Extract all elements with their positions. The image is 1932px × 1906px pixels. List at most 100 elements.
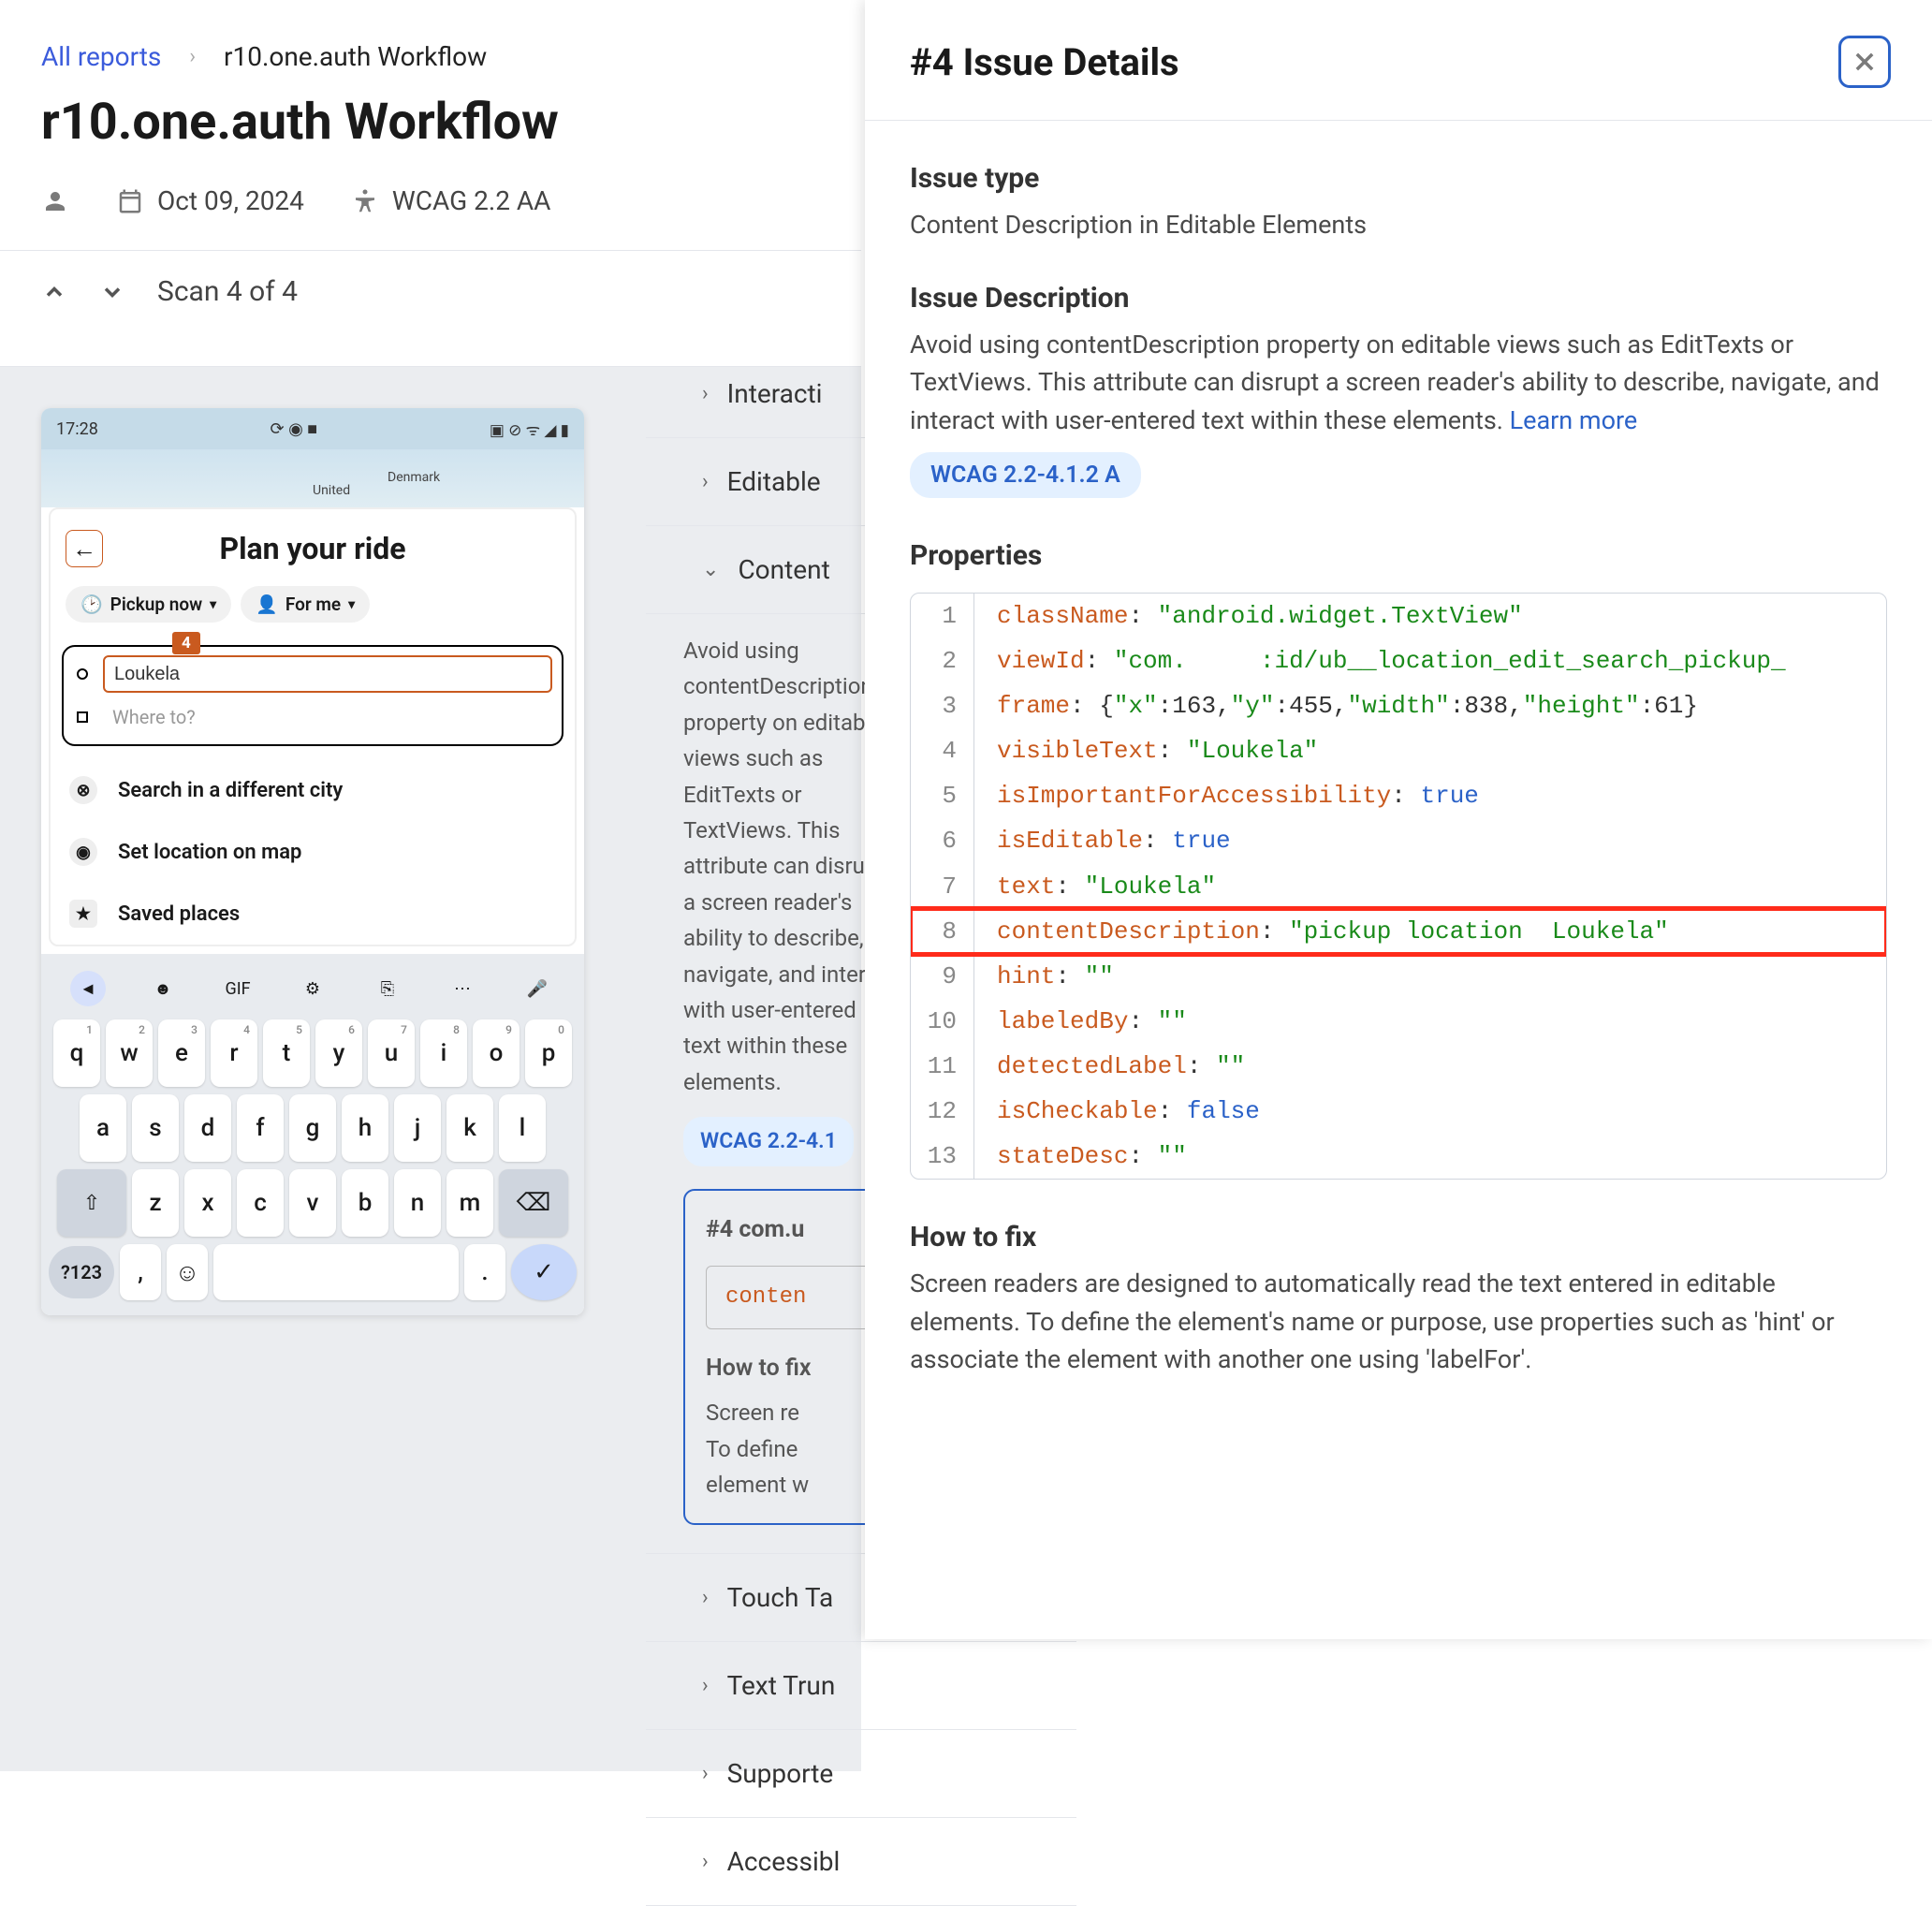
close-icon [1852,49,1878,75]
option-label: Saved places [118,902,240,926]
destination-square-icon [77,711,88,723]
chip-row: 🕑Pickup now▾ 👤 For me ▾ [51,577,575,639]
key[interactable]: g [289,1094,336,1162]
status-time: 17:28 [56,419,98,439]
date-value: Oct 09, 2024 [157,185,304,216]
map-label: Denmark [388,470,440,485]
key-backspace[interactable]: ⌫ [499,1169,568,1237]
key-space[interactable] [213,1244,459,1300]
chevron-down-icon: ▾ [210,597,216,612]
chevron-down-icon: ▾ [348,597,355,612]
standard-value: WCAG 2.2 AA [392,185,551,216]
code-line: 9hint: "" [911,954,1886,999]
key[interactable]: s [132,1094,179,1162]
category-label: Text Trun [727,1670,836,1701]
option-label: Set location on map [118,841,301,864]
chevron-right-icon: › [702,470,709,493]
person-icon [41,187,69,215]
key[interactable]: x [184,1169,231,1237]
key[interactable]: q1 [53,1019,100,1087]
kb-tool-icon[interactable]: ◄ [70,971,106,1006]
kb-tool-icon[interactable]: ⎘ [370,971,405,1006]
issue-desc-text: Avoid using contentDescription property … [910,326,1887,440]
key[interactable]: w2 [106,1019,153,1087]
key-123[interactable]: ?123 [49,1246,114,1298]
close-button[interactable] [1838,36,1891,88]
key-period[interactable]: . [464,1244,505,1300]
key[interactable]: a [80,1094,126,1162]
breadcrumb-root[interactable]: All reports [41,41,161,72]
key-comma[interactable]: , [120,1244,161,1300]
chevron-right-icon: › [702,1674,709,1697]
code-line: 5isImportantForAccessibility: true [911,773,1886,818]
key[interactable]: v [289,1169,336,1237]
chevron-up-icon[interactable] [41,279,67,305]
meta-row: Oct 09, 2024 WCAG 2.2 AA [0,152,861,216]
kb-tool-icon[interactable]: 🎤 [520,971,555,1006]
kb-tool-icon[interactable]: ⋯ [445,971,480,1006]
key-enter[interactable]: ✓ [511,1244,577,1300]
chevron-down-icon[interactable] [99,279,125,305]
key[interactable]: h [342,1094,388,1162]
key[interactable]: z [132,1169,179,1237]
key[interactable]: c [237,1169,284,1237]
code-line: 6isEditable: true [911,818,1886,863]
key[interactable]: i8 [420,1019,467,1087]
key[interactable]: t5 [263,1019,310,1087]
option-row[interactable]: ★Saved places [51,883,575,945]
destination-placeholder[interactable]: Where to? [103,706,552,728]
key[interactable]: f [237,1094,284,1162]
issue-detail-panel: #4 Issue Details Issue type Content Desc… [865,0,1932,1639]
key[interactable]: d [184,1094,231,1162]
chip[interactable]: 🕑Pickup now▾ [66,586,231,623]
map-strip: United Denmark [41,449,584,507]
key[interactable]: e3 [158,1019,205,1087]
code-line: 11detectedLabel: "" [911,1044,1886,1089]
chevron-right-icon: › [702,1586,709,1609]
key[interactable]: p0 [525,1019,572,1087]
category-label: Accessibl [727,1846,841,1877]
key-shift[interactable]: ⇧ [57,1169,126,1237]
key[interactable]: u7 [368,1019,415,1087]
code-line: 12isCheckable: false [911,1089,1886,1134]
kb-tool-icon[interactable]: ⚙ [295,971,330,1006]
key[interactable]: l [499,1094,546,1162]
key[interactable]: o9 [473,1019,520,1087]
key[interactable]: n [394,1169,441,1237]
back-button[interactable]: ← [66,530,103,567]
date-group: Oct 09, 2024 [116,185,304,216]
chip-label: For me [285,594,341,615]
issue-type-heading: Issue type [910,162,1887,195]
chevron-down-icon: ⌄ [702,558,719,581]
key[interactable]: b [342,1169,388,1237]
category-row[interactable]: ›Accessibl [646,1818,1076,1906]
category-row[interactable]: ›Supporte [646,1730,1076,1818]
kb-tool-icon[interactable]: GIF [220,971,256,1006]
key-emoji[interactable]: ☺ [167,1244,208,1300]
breadcrumb: All reports › r10.one.auth Workflow [0,0,861,72]
key[interactable]: y6 [315,1019,362,1087]
option-row[interactable]: ◉Set location on map [51,821,575,883]
page-title: r10.one.auth Workflow [0,72,861,152]
key[interactable]: j [394,1094,441,1162]
chip-icon: 👤 [256,594,278,615]
pickup-input[interactable] [103,655,552,693]
chip[interactable]: 👤 For me ▾ [241,586,370,623]
category-label: Interacti [727,378,823,409]
issue-badge[interactable]: 4 [172,632,200,654]
status-left-icons: ⟳ ◉ ■ [271,419,318,439]
category-label: Content [738,554,829,585]
key[interactable]: m [446,1169,493,1237]
option-row[interactable]: ⊗Search in a different city [51,759,575,821]
learn-more-link[interactable]: Learn more [1510,405,1638,435]
key[interactable]: k [446,1094,493,1162]
code-line: 1className: "android.widget.TextView" [911,594,1886,638]
properties-heading: Properties [910,539,1887,572]
category-row[interactable]: › Text Trun [646,1642,1076,1730]
kb-tool-icon[interactable]: ☻ [145,971,181,1006]
howto-text: Screen readers are designed to automatic… [910,1265,1887,1379]
card-title: Plan your ride [103,531,522,566]
origin-dot-icon [77,668,88,680]
status-right-icons: ▣ ⊘ ᯤ ◢ ▮ [490,418,569,440]
key[interactable]: r4 [211,1019,257,1087]
